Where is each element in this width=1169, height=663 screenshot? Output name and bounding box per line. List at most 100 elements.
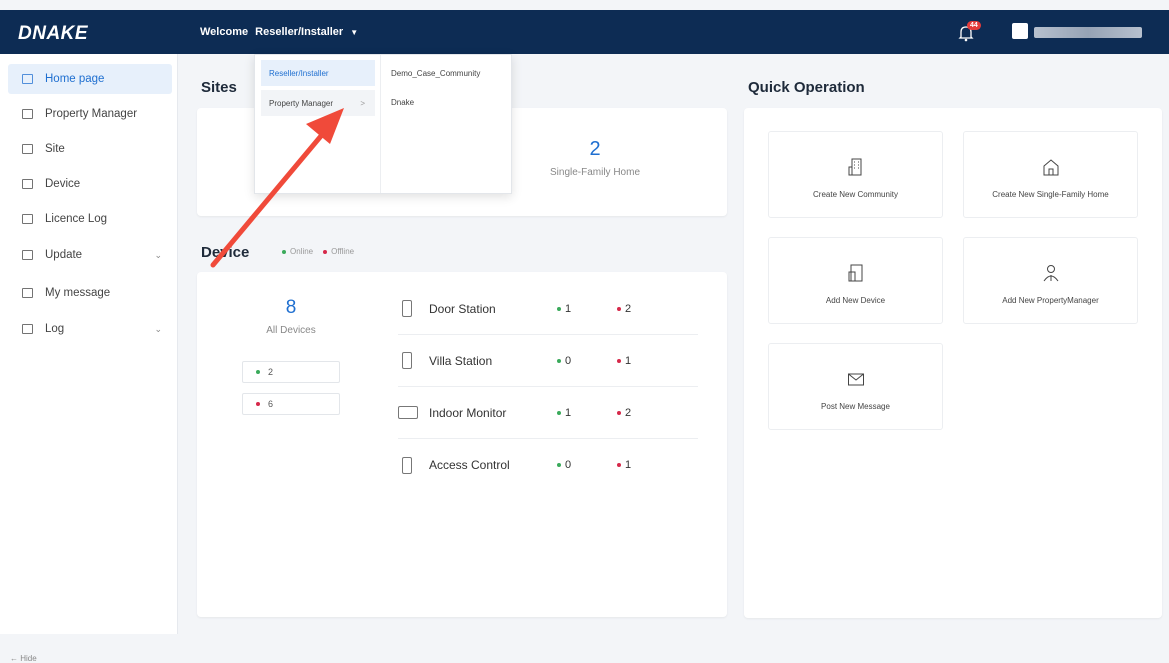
sidebar-item-update[interactable]: Update ⌄ xyxy=(8,240,172,270)
online-count: 0 xyxy=(557,459,617,471)
create-new-community-card[interactable]: Create New Community xyxy=(768,131,943,218)
caret-down-icon[interactable]: ▼ xyxy=(350,28,358,37)
home-icon xyxy=(22,74,33,84)
sidebar-item-label: Home page xyxy=(45,73,105,85)
device-row-access-control[interactable]: Access Control 0 1 xyxy=(398,439,698,491)
sidebar-item-label: Device xyxy=(45,178,81,190)
log-icon xyxy=(22,324,33,334)
user-avatar-icon[interactable] xyxy=(1012,23,1028,39)
legend-offline: Offline xyxy=(323,247,354,256)
all-devices-label: All Devices xyxy=(266,325,316,336)
mail-icon xyxy=(22,288,33,298)
post-new-message-card[interactable]: Post New Message xyxy=(768,343,943,430)
sidebar-item-label: Update xyxy=(45,249,83,261)
offline-count: 6 xyxy=(268,399,274,409)
online-count-box[interactable]: 2 xyxy=(242,361,340,383)
sidebar-item-home-page[interactable]: Home page xyxy=(8,64,172,94)
device-name: Access Control xyxy=(429,458,510,472)
community-icon xyxy=(848,158,862,176)
single-family-count: 2 xyxy=(589,138,601,160)
role-list: Reseller/Installer Property Manager > xyxy=(255,55,381,193)
add-device-icon xyxy=(848,264,863,282)
all-devices-stat[interactable]: 8 All Devices xyxy=(238,297,344,336)
device-title: Device xyxy=(201,244,250,261)
sidebar-item-label: My message xyxy=(45,287,111,299)
house-icon xyxy=(1043,159,1059,176)
top-bar: DNAKE Welcome Reseller/Installer ▼ 44 xyxy=(0,10,1169,54)
chevron-right-icon: > xyxy=(360,98,365,108)
device-legend: Online Offline xyxy=(282,247,354,256)
chevron-down-icon[interactable]: ⌄ xyxy=(154,250,162,261)
offline-count: 1 xyxy=(617,459,677,471)
sidebar-item-log[interactable]: Log ⌄ xyxy=(8,314,172,344)
welcome-role-selector[interactable]: Welcome Reseller/Installer ▼ xyxy=(200,26,358,38)
device-name: Villa Station xyxy=(429,353,493,368)
sidebar-item-site[interactable]: Site xyxy=(8,134,172,164)
online-dot xyxy=(256,370,260,374)
sidebar-item-my-message[interactable]: My message xyxy=(8,278,172,308)
sidebar-item-device[interactable]: Device xyxy=(8,169,172,199)
sub-item-dnake[interactable]: Dnake xyxy=(391,98,414,107)
role-option-label: Property Manager xyxy=(269,98,334,108)
device-icon xyxy=(22,179,33,189)
sub-item-list: Demo_Case_Community Dnake xyxy=(381,55,513,193)
chevron-down-icon[interactable]: ⌄ xyxy=(154,324,162,335)
building-icon xyxy=(22,109,33,119)
sites-title: Sites xyxy=(201,79,237,96)
offline-dot xyxy=(256,402,260,406)
notification-badge: 44 xyxy=(967,21,981,30)
card-label: Create New Community xyxy=(813,190,898,199)
online-count: 0 xyxy=(557,355,617,367)
hide-label: Hide xyxy=(20,654,37,663)
offline-count: 1 xyxy=(617,355,677,367)
sidebar-item-label: Licence Log xyxy=(45,213,108,225)
add-new-device-card[interactable]: Add New Device xyxy=(768,237,943,324)
site-icon xyxy=(22,144,33,154)
arrow-left-icon: ← xyxy=(10,654,18,663)
offline-count-box[interactable]: 6 xyxy=(242,393,340,415)
access-control-icon xyxy=(402,456,412,474)
legend-online: Online xyxy=(282,247,313,256)
card-label: Add New PropertyManager xyxy=(1002,296,1099,305)
single-family-stat[interactable]: 2 Single-Family Home xyxy=(537,138,653,178)
device-row-door-station[interactable]: Door Station 1 2 xyxy=(398,283,698,335)
sidebar-item-property-manager[interactable]: Property Manager xyxy=(8,99,172,129)
sidebar-item-label: Property Manager xyxy=(45,108,138,120)
role-option-property-manager[interactable]: Property Manager > xyxy=(261,90,375,116)
online-count: 1 xyxy=(557,303,617,315)
offline-count: 2 xyxy=(617,407,677,419)
device-name: Door Station xyxy=(429,301,496,316)
hide-sidebar-button[interactable]: ← Hide xyxy=(10,654,37,663)
offline-count: 2 xyxy=(617,303,677,315)
dnake-logo[interactable]: DNAKE xyxy=(18,23,88,45)
single-family-label: Single-Family Home xyxy=(549,167,641,178)
sidebar-item-licence-log[interactable]: Licence Log xyxy=(8,204,172,234)
sidebar: Home page Property Manager Site Device L… xyxy=(0,54,178,663)
card-label: Create New Single-Family Home xyxy=(992,190,1109,199)
licence-icon xyxy=(22,214,33,224)
role-option-reseller-installer[interactable]: Reseller/Installer xyxy=(261,60,375,86)
villa-station-icon xyxy=(402,352,412,369)
create-new-single-family-home-card[interactable]: Create New Single-Family Home xyxy=(963,131,1138,218)
quick-operation-title: Quick Operation xyxy=(748,79,865,96)
sub-item-demo-case-community[interactable]: Demo_Case_Community xyxy=(391,69,480,78)
indoor-monitor-icon xyxy=(398,406,418,419)
online-count: 2 xyxy=(268,367,274,377)
add-new-property-manager-card[interactable]: Add New PropertyManager xyxy=(963,237,1138,324)
device-row-villa-station[interactable]: Villa Station 0 1 xyxy=(398,335,698,387)
current-role[interactable]: Reseller/Installer xyxy=(255,26,343,38)
device-row-indoor-monitor[interactable]: Indoor Monitor 1 2 xyxy=(398,387,698,439)
door-station-icon xyxy=(402,300,412,317)
envelope-icon xyxy=(848,373,864,386)
all-devices-count: 8 xyxy=(285,297,297,318)
card-label: Post New Message xyxy=(821,402,890,411)
person-icon xyxy=(1043,265,1059,282)
device-name: Indoor Monitor xyxy=(429,405,507,420)
update-icon xyxy=(22,250,33,260)
sidebar-item-label: Site xyxy=(45,143,65,155)
sidebar-item-label: Log xyxy=(45,323,65,335)
online-count: 1 xyxy=(557,407,617,419)
welcome-text: Welcome xyxy=(200,26,249,38)
role-dropdown-menu: Reseller/Installer Property Manager > De… xyxy=(254,54,512,194)
user-name-blurred[interactable] xyxy=(1034,27,1142,38)
